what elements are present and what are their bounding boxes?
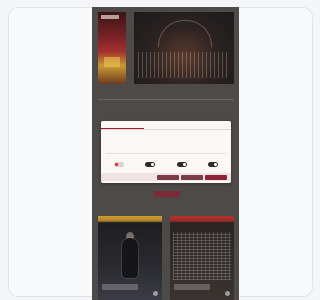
arrow-circle-icon[interactable] [153,291,158,296]
dialog-tabs [101,121,231,130]
tab-consent[interactable] [101,121,145,129]
tab-details[interactable] [144,121,187,129]
toggle-cell-preferences [137,156,163,170]
toggle-knob [182,163,186,166]
allow-selection-button[interactable] [181,174,203,180]
preferences-toggle[interactable] [145,162,156,167]
statistics-toggle[interactable] [176,162,187,167]
event-card[interactable] [98,216,162,300]
deny-button[interactable] [157,174,179,180]
choir-image [173,232,231,280]
card-caption [174,284,210,290]
conductor-figure [122,238,138,278]
toggle-cell-statistics [169,156,195,170]
toggle-knob [213,163,217,166]
allow-all-button[interactable] [205,174,227,180]
dialog-divider [106,153,226,154]
poster-logo [101,15,119,19]
card-caption [102,284,138,290]
poster-number [104,57,120,67]
hall-arch [158,20,212,47]
dialog-button-row [101,173,231,181]
toggle-cell-marketing [200,156,226,170]
tab-about[interactable] [188,121,231,129]
dialog-title [106,133,226,137]
toggle-label [200,156,226,160]
featured-button[interactable] [154,191,180,197]
consent-toggles [106,156,226,170]
cookie-consent-dialog [101,121,231,183]
toggle-label [106,156,132,160]
dialog-body [106,138,226,150]
toggle-cell-necessary [106,156,132,170]
hero-concert-hall-image[interactable] [134,12,234,84]
toggle-knob [151,163,155,166]
featured-title[interactable] [122,111,212,121]
toggle-label [169,156,195,160]
marketing-toggle[interactable] [207,162,218,167]
hero-poster-left[interactable] [98,12,126,84]
section-label [98,89,168,95]
toggle-knob [115,163,118,166]
hall-audience [138,52,230,78]
event-card[interactable] [170,216,234,300]
necessary-toggle[interactable] [114,162,124,167]
section-divider [98,99,234,100]
arrow-circle-icon[interactable] [225,291,230,296]
toggle-label [137,156,163,160]
